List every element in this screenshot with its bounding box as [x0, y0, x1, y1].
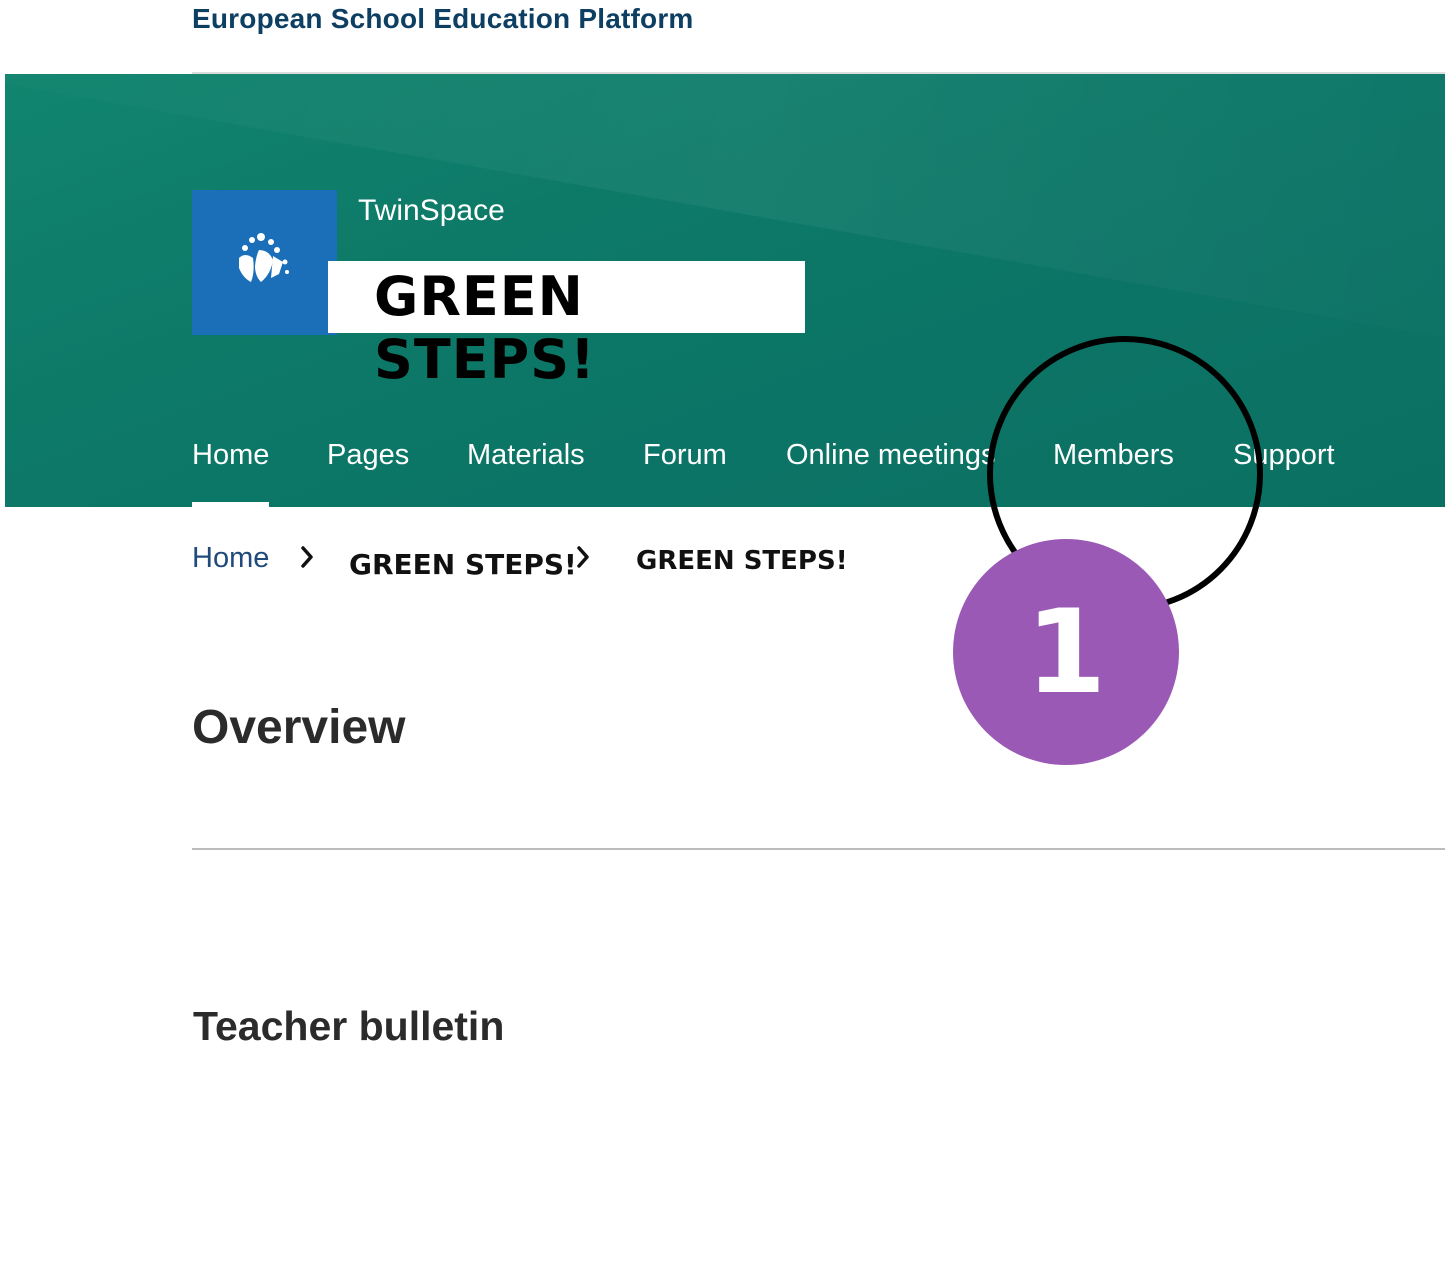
- breadcrumb: Home GREEN STEPS! GREEN STEPS!: [0, 540, 1445, 590]
- breadcrumb-home[interactable]: Home: [192, 542, 269, 575]
- section-divider: [192, 848, 1445, 850]
- nav-forum[interactable]: Forum: [643, 439, 727, 472]
- teacher-bulletin-heading: Teacher bulletin: [193, 1003, 505, 1049]
- chevron-right-icon: [301, 546, 313, 568]
- nav-online-meetings[interactable]: Online meetings: [786, 439, 996, 472]
- overview-heading: Overview: [192, 701, 406, 754]
- nav-home[interactable]: Home: [192, 439, 270, 507]
- nav-pages[interactable]: Pages: [327, 439, 409, 472]
- chevron-right-icon: [577, 546, 589, 568]
- project-banner: TwinSpace GREEN STEPS! Home Pages Materi…: [5, 74, 1445, 507]
- breadcrumb-current: GREEN STEPS!: [636, 546, 848, 576]
- breadcrumb-project[interactable]: GREEN STEPS!: [349, 548, 577, 581]
- main-nav: Home Pages Materials Forum Online meetin…: [5, 434, 1445, 507]
- project-title-box: GREEN STEPS!: [328, 261, 805, 391]
- nav-members[interactable]: Members: [1053, 439, 1174, 472]
- platform-title[interactable]: European School Education Platform: [192, 3, 694, 35]
- nav-materials[interactable]: Materials: [467, 439, 585, 472]
- project-title: GREEN STEPS!: [374, 265, 596, 391]
- twinspace-label[interactable]: TwinSpace: [358, 194, 505, 228]
- etwinning-logo-icon[interactable]: [192, 190, 337, 335]
- step-number-badge: 1: [953, 539, 1179, 765]
- nav-support[interactable]: Support: [1233, 439, 1335, 472]
